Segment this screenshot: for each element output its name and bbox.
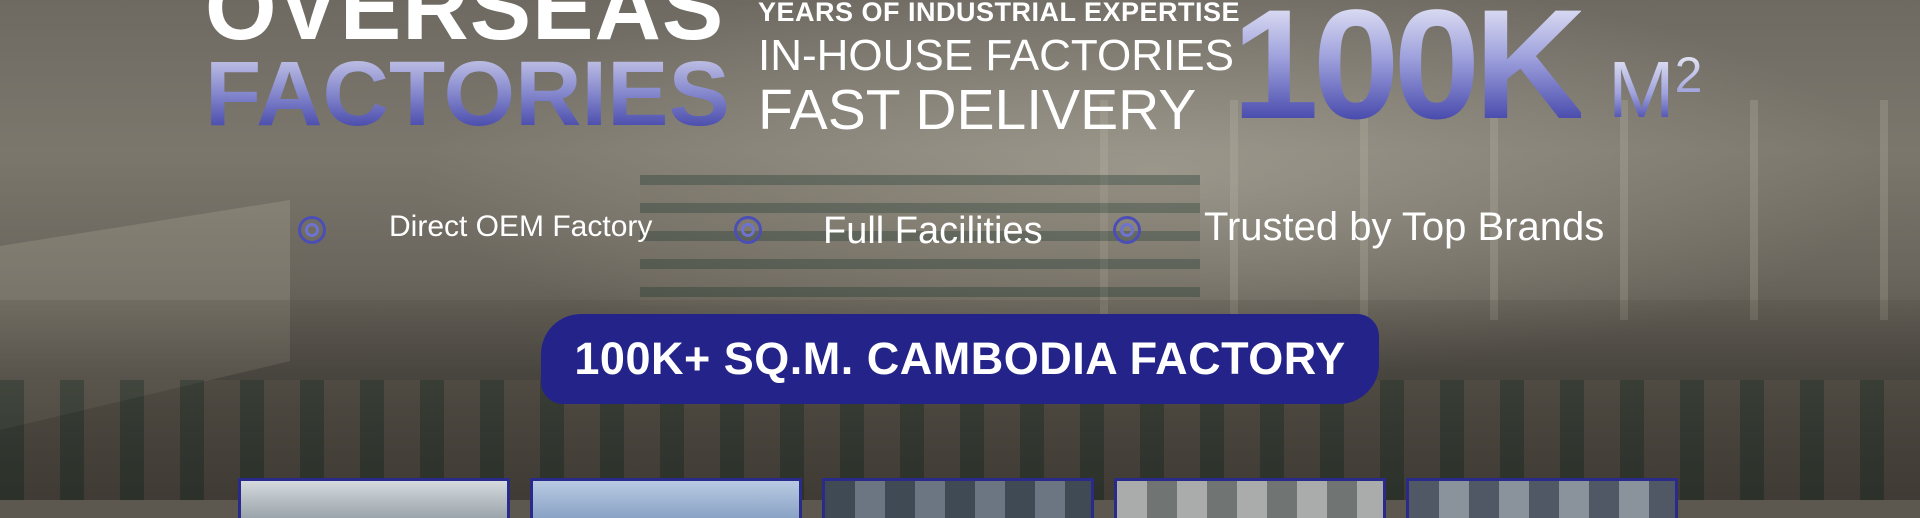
area-unit-superscript: 2 xyxy=(1674,47,1703,103)
hero-title: OVERSEAS FACTORIES xyxy=(205,0,730,144)
target-circle-icon xyxy=(298,216,326,244)
hero-highlights: YEARS OF INDUSTRIAL EXPERTISE IN-HOUSE F… xyxy=(758,0,1240,140)
hero-title-line2: FACTORIES xyxy=(205,43,730,145)
banner-label: 100K+ SQ.M. CAMBODIA FACTORY xyxy=(574,333,1346,384)
area-unit: M2 xyxy=(1608,50,1702,130)
expertise-text: YEARS OF INDUSTRIAL EXPERTISE xyxy=(758,0,1241,27)
feature-label: Full Facilities xyxy=(823,210,1043,252)
feature-label: Direct OEM Factory xyxy=(389,210,653,243)
feature-label: Trusted by Top Brands xyxy=(1204,205,1605,249)
factory-photo-5[interactable] xyxy=(1406,478,1678,518)
in-house-text: IN-HOUSE FACTORIES xyxy=(758,31,1234,80)
factory-photo-1[interactable] xyxy=(238,478,510,518)
target-circle-icon xyxy=(734,216,762,244)
area-value: 100K xyxy=(1232,0,1587,143)
factory-photo-strip xyxy=(238,478,1678,518)
factory-photo-3[interactable] xyxy=(822,478,1094,518)
area-unit-letter: M xyxy=(1608,45,1675,134)
delivery-text: FAST DELIVERY xyxy=(758,78,1197,142)
cambodia-factory-banner[interactable]: 100K+ SQ.M. CAMBODIA FACTORY xyxy=(541,314,1379,404)
target-circle-icon xyxy=(1113,216,1141,244)
factory-photo-2[interactable] xyxy=(530,478,802,518)
factory-photo-4[interactable] xyxy=(1114,478,1386,518)
